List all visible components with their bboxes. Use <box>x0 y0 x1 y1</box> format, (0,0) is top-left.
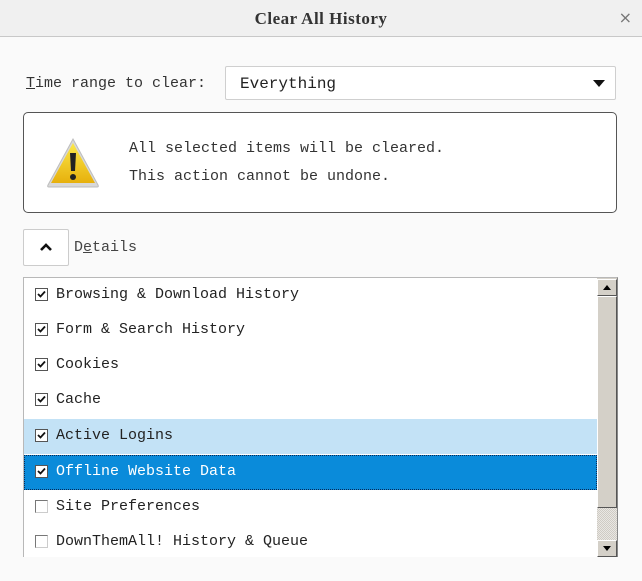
list-item[interactable]: Site Preferences <box>24 490 597 525</box>
list-item[interactable]: Browsing & Download History <box>24 278 597 313</box>
checkbox[interactable] <box>35 500 48 513</box>
list-item-label: Offline Website Data <box>56 463 237 480</box>
list-scrollbar[interactable] <box>597 278 617 557</box>
scroll-down-button[interactable] <box>597 540 617 557</box>
time-range-label: Time range to clear: <box>26 75 206 92</box>
scroll-thumb[interactable] <box>597 296 617 508</box>
scroll-track[interactable] <box>597 508 617 540</box>
warning-triangle-icon <box>47 137 99 188</box>
details-label-accesskey: e <box>83 239 93 256</box>
arrow-down-icon <box>603 546 611 551</box>
list-item-label: Cache <box>56 391 102 408</box>
checkmark-icon <box>37 325 46 333</box>
list-item[interactable]: Cookies <box>24 348 597 383</box>
chevron-up-icon <box>40 243 52 251</box>
time-range-value: Everything <box>240 75 337 93</box>
details-label-rest: tails <box>92 239 138 256</box>
warning-box: All selected items will be cleared. This… <box>23 112 617 213</box>
warning-line-1: All selected items will be cleared. <box>129 140 445 157</box>
list-item[interactable]: DownThemAll! History & Queue <box>24 525 597 557</box>
checkmark-icon <box>37 290 46 298</box>
time-range-select[interactable]: Everything <box>225 66 616 100</box>
list-item-label: Cookies <box>56 356 120 373</box>
checkmark-icon <box>37 395 46 403</box>
checkbox[interactable] <box>35 535 48 548</box>
time-range-label-text: ime range to clear: <box>35 75 207 92</box>
checkbox[interactable] <box>35 288 48 301</box>
time-range-label-accesskey: T <box>26 75 36 92</box>
checkmark-icon <box>37 467 46 475</box>
clear-items-list[interactable]: Browsing & Download History Form & Search… <box>23 277 618 557</box>
list-item-label: Form & Search History <box>56 321 246 338</box>
checkbox[interactable] <box>35 465 48 478</box>
list-item[interactable]: Form & Search History <box>24 313 597 348</box>
list-item[interactable]: Cache <box>24 383 597 418</box>
details-label: Details <box>74 239 137 256</box>
scroll-up-button[interactable] <box>597 279 617 296</box>
details-toggle-button[interactable] <box>23 229 69 266</box>
checkbox[interactable] <box>35 393 48 406</box>
list-item[interactable]: Active Logins <box>24 419 597 454</box>
title-bar: Clear All History × <box>0 0 642 37</box>
list-item-label: Site Preferences <box>56 498 201 515</box>
checkbox[interactable] <box>35 358 48 371</box>
chevron-down-icon <box>593 80 605 87</box>
checkbox[interactable] <box>35 323 48 336</box>
checkmark-icon <box>37 360 46 368</box>
checkbox[interactable] <box>35 429 48 442</box>
details-label-d: D <box>74 239 84 256</box>
close-icon[interactable]: × <box>619 8 632 27</box>
list-item-label: DownThemAll! History & Queue <box>56 533 309 550</box>
arrow-up-icon <box>603 285 611 290</box>
dialog-title: Clear All History <box>254 9 388 28</box>
warning-line-2: This action cannot be undone. <box>129 168 391 185</box>
list-item-label: Browsing & Download History <box>56 286 300 303</box>
list-item[interactable]: Offline Website Data <box>24 455 597 490</box>
list-item-label: Active Logins <box>56 427 174 444</box>
checkmark-icon <box>37 431 46 439</box>
